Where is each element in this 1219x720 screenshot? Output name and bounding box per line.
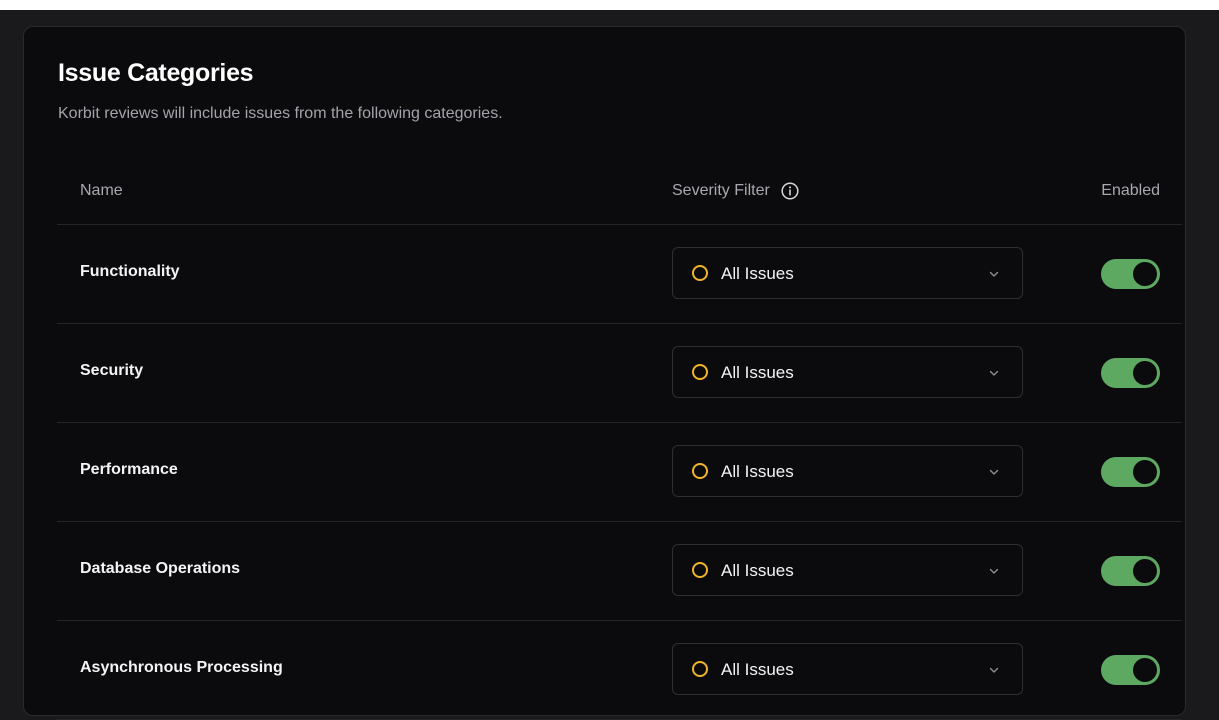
severity-filter-select[interactable]: All Issues — [672, 445, 1023, 497]
severity-filter-value: All Issues — [721, 561, 794, 580]
toggle-knob — [1133, 559, 1157, 583]
severity-filter-value: All Issues — [721, 660, 794, 679]
table-body: Functionality All Issues Security All Is… — [57, 225, 1182, 720]
severity-filter-value: All Issues — [721, 462, 794, 481]
enabled-toggle[interactable] — [1101, 259, 1160, 289]
page-subtitle: Korbit reviews will include issues from … — [58, 105, 503, 122]
chevron-down-icon — [989, 271, 999, 277]
category-name: Functionality — [80, 263, 180, 280]
chevron-down-icon — [989, 667, 999, 673]
severity-filter-value: All Issues — [721, 363, 794, 382]
severity-filter-select[interactable]: All Issues — [672, 247, 1023, 299]
chevron-down-icon — [989, 568, 999, 574]
severity-filter-value: All Issues — [721, 264, 794, 283]
top-strip — [0, 0, 1219, 10]
circle-outline-icon — [692, 364, 708, 380]
column-header-enabled-label: Enabled — [1101, 182, 1160, 199]
toggle-knob — [1133, 361, 1157, 385]
table-row: Database Operations All Issues — [57, 522, 1182, 621]
severity-filter-select[interactable]: All Issues — [672, 346, 1023, 398]
circle-outline-icon — [692, 562, 708, 578]
enabled-toggle[interactable] — [1101, 457, 1160, 487]
severity-filter-select[interactable]: All Issues — [672, 544, 1023, 596]
toggle-knob — [1133, 460, 1157, 484]
category-name: Database Operations — [80, 560, 241, 577]
issue-categories-card: Issue Categories Korbit reviews will inc… — [23, 26, 1186, 720]
table-row: Functionality All Issues — [57, 225, 1182, 324]
enabled-toggle[interactable] — [1101, 556, 1160, 586]
enabled-toggle[interactable] — [1101, 358, 1160, 388]
table-header: Name Severity Filter Enabled — [57, 167, 1182, 225]
category-name: Security — [80, 362, 144, 379]
column-header-severity: Severity Filter — [672, 182, 799, 200]
info-circle-icon[interactable] — [781, 182, 799, 200]
table-row: Asynchronous Processing All Issues — [57, 621, 1182, 720]
chevron-down-icon — [989, 469, 999, 475]
column-header-name: Name — [80, 182, 123, 200]
enabled-toggle[interactable] — [1101, 655, 1160, 685]
column-header-severity-label: Severity Filter — [672, 182, 770, 199]
severity-filter-select[interactable]: All Issues — [672, 643, 1023, 695]
category-name: Asynchronous Processing — [80, 659, 283, 676]
chevron-down-icon — [989, 370, 999, 376]
categories-table: Name Severity Filter Enabled Functionali… — [57, 167, 1182, 720]
column-header-name-label: Name — [80, 182, 123, 199]
toggle-knob — [1133, 658, 1157, 682]
circle-outline-icon — [692, 661, 708, 677]
category-name: Performance — [80, 461, 178, 478]
table-row: Performance All Issues — [57, 423, 1182, 522]
table-row: Security All Issues — [57, 324, 1182, 423]
circle-outline-icon — [692, 463, 708, 479]
column-header-enabled: Enabled — [1101, 182, 1160, 200]
page-title: Issue Categories — [58, 59, 254, 87]
toggle-knob — [1133, 262, 1157, 286]
circle-outline-icon — [692, 265, 708, 281]
